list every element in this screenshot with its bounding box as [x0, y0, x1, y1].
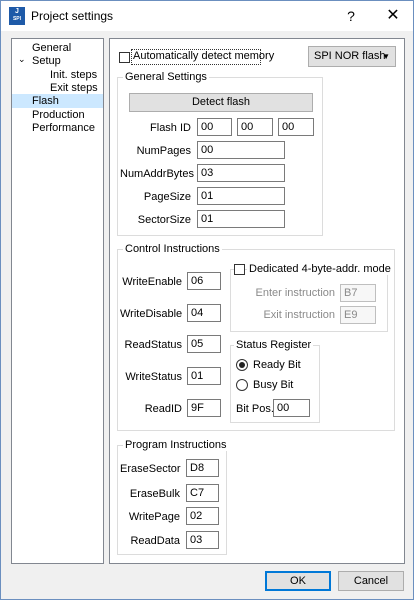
bit-pos-label: Bit Pos.	[236, 403, 274, 415]
nav-item-production[interactable]: Production	[32, 108, 85, 122]
read-data-label: ReadData	[130, 535, 180, 547]
ready-bit-radio[interactable]	[236, 359, 248, 371]
num-addr-bytes-label: NumAddrBytes	[120, 168, 194, 180]
read-id-input[interactable]: 9F	[187, 399, 221, 417]
window-title: Project settings	[31, 9, 114, 23]
flash-id-byte-1-input[interactable]: 00	[197, 118, 232, 136]
num-pages-input[interactable]: 00	[197, 141, 285, 159]
detect-flash-button[interactable]: Detect flash	[129, 93, 313, 112]
bit-pos-input[interactable]: 00	[273, 399, 310, 417]
flash-id-label: Flash ID	[150, 122, 191, 134]
project-settings-dialog: J SPI Project settings ? ✕ General ⌄ Set…	[0, 0, 414, 600]
page-size-label: PageSize	[143, 191, 191, 203]
exit-instruction-label: Exit instruction	[263, 309, 335, 321]
flash-type-select[interactable]: SPI NOR flash ▼	[308, 46, 396, 67]
flash-type-value: SPI NOR flash	[314, 50, 386, 62]
page-size-input[interactable]: 01	[197, 187, 285, 205]
erase-sector-label: EraseSector	[120, 463, 181, 475]
auto-detect-checkbox[interactable]	[119, 52, 130, 63]
app-logo-icon: J SPI	[9, 7, 25, 25]
write-status-label: WriteStatus	[125, 371, 182, 383]
flash-settings-panel: Automatically detect memory SPI NOR flas…	[109, 38, 405, 564]
general-settings-title: General Settings	[123, 71, 209, 83]
nav-item-init-steps[interactable]: Init. steps	[50, 68, 97, 82]
erase-sector-input[interactable]: D8	[186, 459, 219, 477]
ok-button-label: OK	[290, 575, 306, 587]
detect-flash-button-label: Detect flash	[191, 96, 251, 108]
cancel-button[interactable]: Cancel	[338, 571, 404, 591]
read-data-input[interactable]: 03	[186, 531, 219, 549]
erase-bulk-label: EraseBulk	[129, 488, 180, 500]
dedicated-4byte-label[interactable]: Dedicated 4-byte-addr. mode	[247, 263, 393, 275]
auto-detect-label[interactable]: Automatically detect memory	[133, 50, 274, 62]
nav-item-setup[interactable]: Setup	[32, 54, 61, 68]
write-page-label: WritePage	[128, 511, 180, 523]
nav-item-exit-steps[interactable]: Exit steps	[50, 81, 98, 95]
write-disable-input[interactable]: 04	[187, 304, 221, 322]
enter-instruction-label: Enter instruction	[255, 287, 335, 299]
write-status-input[interactable]: 01	[187, 367, 221, 385]
write-disable-label: WriteDisable	[120, 308, 183, 320]
status-register-title: Status Register	[234, 339, 314, 351]
flash-id-byte-3-input[interactable]: 00	[278, 118, 314, 136]
read-id-label: ReadID	[144, 403, 182, 415]
sector-size-label: SectorSize	[137, 214, 191, 226]
dropdown-arrow-icon: ▼	[382, 52, 390, 61]
sector-size-input[interactable]: 01	[197, 210, 285, 228]
cancel-button-label: Cancel	[353, 575, 389, 587]
write-enable-input[interactable]: 06	[187, 272, 221, 290]
write-page-input[interactable]: 02	[186, 507, 219, 525]
program-instructions-title: Program Instructions	[123, 439, 229, 451]
write-enable-label: WriteEnable	[122, 276, 182, 288]
flash-id-byte-2-input[interactable]: 00	[237, 118, 273, 136]
close-button[interactable]: ✕	[373, 1, 413, 31]
busy-bit-label[interactable]: Busy Bit	[253, 379, 293, 391]
enter-instruction-input[interactable]: B7	[340, 284, 376, 302]
dedicated-4byte-checkbox[interactable]	[234, 264, 245, 275]
control-instructions-title: Control Instructions	[123, 243, 222, 255]
nav-item-performance[interactable]: Performance	[32, 121, 95, 135]
nav-item-flash[interactable]: Flash	[12, 94, 103, 108]
exit-instruction-input[interactable]: E9	[340, 306, 376, 324]
settings-nav-tree: General ⌄ Setup Init. steps Exit steps F…	[11, 38, 104, 564]
nav-item-general[interactable]: General	[32, 41, 71, 55]
chevron-down-icon[interactable]: ⌄	[18, 54, 26, 65]
busy-bit-radio[interactable]	[236, 379, 248, 391]
ok-button[interactable]: OK	[265, 571, 331, 591]
num-addr-bytes-input[interactable]: 03	[197, 164, 285, 182]
title-bar: J SPI Project settings ? ✕	[1, 1, 413, 31]
num-pages-label: NumPages	[136, 145, 191, 157]
ready-bit-label[interactable]: Ready Bit	[253, 359, 301, 371]
radio-selected-dot	[239, 362, 245, 368]
read-status-label: ReadStatus	[124, 339, 182, 351]
help-button[interactable]: ?	[331, 1, 371, 31]
erase-bulk-input[interactable]: C7	[186, 484, 219, 502]
read-status-input[interactable]: 05	[187, 335, 221, 353]
